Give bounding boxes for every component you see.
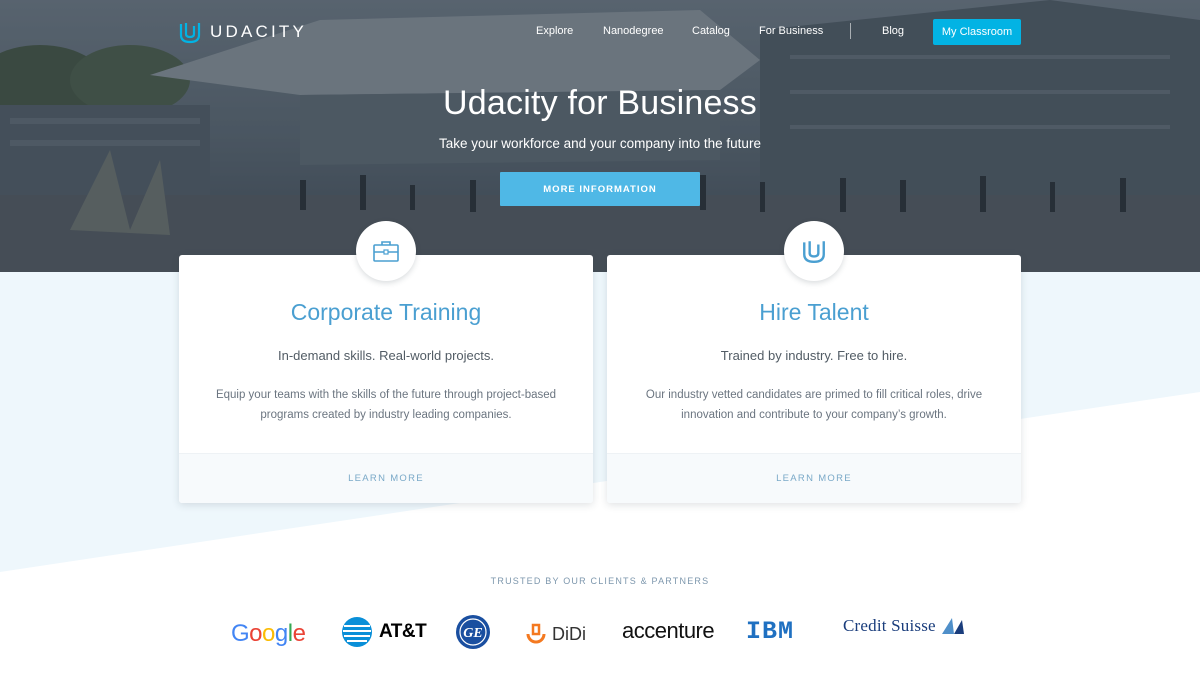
- ge-monogram-icon: GE: [456, 615, 490, 649]
- nav-catalog[interactable]: Catalog: [692, 25, 730, 37]
- hero-title: Udacity for Business: [443, 84, 757, 122]
- nav-divider: [850, 23, 851, 39]
- card-title: Hire Talent: [759, 299, 869, 325]
- card-description: Our industry vetted candidates are prime…: [645, 389, 983, 421]
- partners-heading: TRUSTED BY OUR CLIENTS & PARTNERS: [490, 576, 710, 586]
- corporate-training-card: Corporate Training In-demand skills. Rea…: [179, 221, 593, 503]
- more-information-button[interactable]: MORE INFORMATION: [500, 172, 700, 206]
- accenture-logo: accenture: [622, 618, 715, 643]
- card-tagline: In-demand skills. Real-world projects.: [277, 348, 495, 363]
- att-globe-icon: [342, 617, 372, 647]
- card-icon-circle: [784, 221, 844, 281]
- my-classroom-button[interactable]: My Classroom: [933, 19, 1021, 45]
- hero-section: UDACITY Explore Nanodegree Catalog For B…: [0, 0, 1200, 272]
- nav-for-business[interactable]: For Business: [759, 25, 823, 37]
- credit-suisse-wordmark: Credit Suisse: [843, 616, 936, 635]
- att-wordmark: AT&T: [379, 621, 427, 642]
- didi-icon: [526, 623, 546, 644]
- credit-suisse-logo: Credit Suisse: [843, 616, 966, 636]
- didi-wordmark: DiDi: [552, 623, 586, 644]
- udacity-u-icon: [803, 241, 825, 264]
- att-logo: AT&T: [341, 616, 427, 648]
- top-nav: Explore Nanodegree Catalog For Business …: [0, 19, 1200, 45]
- ibm-logo: IBM: [746, 617, 795, 646]
- google-logo: Google: [231, 620, 306, 647]
- nav-nanodegree[interactable]: Nanodegree: [603, 25, 664, 37]
- nav-explore[interactable]: Explore: [536, 25, 573, 37]
- card-tagline: Trained by industry. Free to hire.: [720, 348, 908, 363]
- card-description: Equip your teams with the skills of the …: [215, 389, 557, 421]
- learn-more-link[interactable]: LEARN MORE: [179, 453, 593, 503]
- svg-text:GE: GE: [463, 626, 482, 641]
- hire-talent-card: Hire Talent Trained by industry. Free to…: [607, 221, 1021, 503]
- nav-blog[interactable]: Blog: [882, 25, 904, 37]
- card-icon-circle: [356, 221, 416, 281]
- ge-logo: GE: [455, 614, 491, 650]
- sails-icon: [941, 618, 964, 634]
- card-title: Corporate Training: [290, 299, 482, 325]
- hero-subtitle: Take your workforce and your company int…: [439, 136, 761, 151]
- didi-logo: DiDi: [524, 622, 586, 646]
- briefcase-icon: [373, 241, 399, 262]
- learn-more-link[interactable]: LEARN MORE: [607, 453, 1021, 503]
